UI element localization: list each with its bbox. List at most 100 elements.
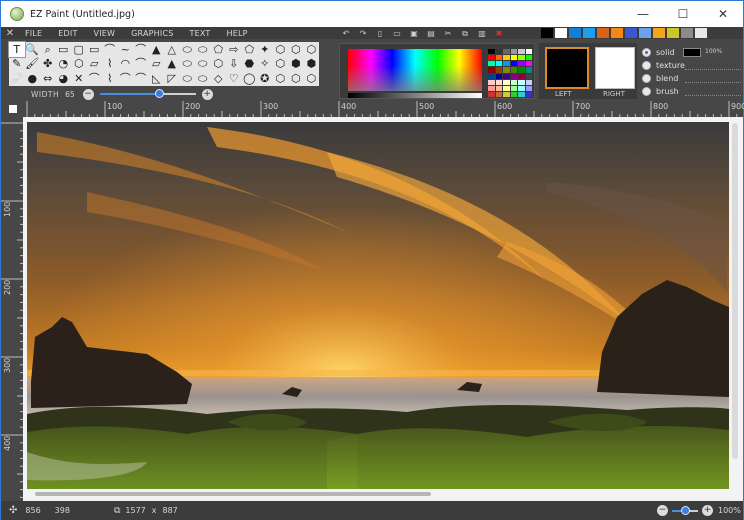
shape-tool-33-icon[interactable]: ⬡ (211, 57, 227, 72)
preset-color-swatch[interactable] (503, 79, 510, 85)
preset-color-swatch[interactable] (510, 67, 517, 73)
preset-color-swatch[interactable] (518, 49, 525, 55)
shape-tool-44-icon[interactable]: ✕ (71, 71, 87, 86)
preset-color-swatch[interactable] (525, 67, 532, 73)
close-button[interactable]: ✕ (703, 1, 743, 27)
preset-color-swatch[interactable] (518, 61, 525, 67)
width-slider-knob[interactable] (155, 89, 165, 98)
open-folder-icon[interactable]: ▭ (392, 29, 402, 38)
paste-icon[interactable]: ▥ (477, 29, 487, 38)
width-decrease-icon[interactable]: − (82, 88, 94, 100)
shape-tool-8-icon[interactable]: ⌒ (133, 42, 149, 57)
preset-color-swatch[interactable] (503, 73, 510, 79)
shape-tool-17-icon[interactable]: ⬡ (273, 42, 289, 57)
shape-tool-13-icon[interactable]: ⬠ (211, 42, 227, 57)
preset-color-swatch[interactable] (488, 49, 495, 55)
shape-tool-1-icon[interactable]: 🔍 (25, 42, 41, 57)
grayscale-bar[interactable] (348, 93, 482, 98)
new-file-icon[interactable]: ▯ (375, 29, 385, 38)
shape-tool-30-icon[interactable]: ▲ (164, 57, 180, 72)
sunset-photo[interactable] (27, 122, 729, 489)
width-slider[interactable] (99, 89, 196, 98)
preset-color-swatch[interactable] (525, 73, 532, 79)
shape-tool-23-icon[interactable]: ◔ (56, 57, 72, 72)
ruler-corner-square[interactable] (9, 105, 17, 113)
menu-text[interactable]: TEXT (182, 29, 219, 38)
shape-tool-20-icon[interactable]: ✎ (9, 57, 25, 72)
preset-color-swatch[interactable] (518, 91, 525, 97)
width-increase-icon[interactable]: + (201, 88, 213, 100)
zoom-out-icon[interactable]: − (657, 505, 668, 516)
horizontal-scrollbar[interactable] (35, 492, 431, 496)
shape-tool-5-icon[interactable]: ▭ (87, 42, 103, 57)
fill-option-brush[interactable]: brush (642, 85, 679, 97)
shape-tool-41-icon[interactable]: ● (25, 71, 41, 86)
shape-tool-4-icon[interactable]: ▢ (71, 42, 87, 57)
shape-tool-37-icon[interactable]: ⬡ (273, 57, 289, 72)
preset-color-swatch[interactable] (510, 79, 517, 85)
preset-color-swatch[interactable] (518, 79, 525, 85)
fill-option-solid[interactable]: solid (642, 46, 675, 58)
shape-tool-27-icon[interactable]: ◠ (118, 57, 134, 72)
preset-color-swatch[interactable] (525, 49, 532, 55)
preset-color-swatch[interactable] (518, 85, 525, 91)
shape-tool-52-icon[interactable]: ⬭ (195, 71, 211, 86)
preset-color-swatch[interactable] (525, 85, 532, 91)
preset-color-swatch[interactable] (488, 61, 495, 67)
shape-tool-38-icon[interactable]: ⬢ (288, 57, 304, 72)
preset-color-swatch[interactable] (503, 85, 510, 91)
shape-tool-3-icon[interactable]: ▭ (56, 42, 72, 57)
maximize-button[interactable]: ☐ (663, 1, 703, 27)
copy-icon[interactable]: ⧉ (460, 29, 470, 38)
shape-tool-2-icon[interactable]: ⌕ (40, 42, 56, 57)
preset-color-swatch[interactable] (503, 55, 510, 61)
recent-color-swatch[interactable] (695, 28, 707, 38)
preset-color-swatch[interactable] (495, 55, 502, 61)
preset-color-swatch[interactable] (488, 67, 495, 73)
shape-tool-48-icon[interactable]: ⌒ (133, 71, 149, 86)
shape-tool-29-icon[interactable]: ▱ (149, 57, 165, 72)
menu-graphics[interactable]: GRAPHICS (123, 29, 181, 38)
shape-tool-43-icon[interactable]: ◕ (56, 71, 72, 86)
shape-tool-22-icon[interactable]: ✤ (40, 57, 56, 72)
shape-tool-9-icon[interactable]: ▲ (149, 42, 165, 57)
shape-tool-28-icon[interactable]: ⌒ (133, 57, 149, 72)
opacity-swatch[interactable] (683, 48, 701, 57)
menu-help[interactable]: HELP (219, 29, 256, 38)
preset-color-swatch[interactable] (518, 67, 525, 73)
preset-color-swatch[interactable] (510, 61, 517, 67)
shape-tool-36-icon[interactable]: ✧ (257, 57, 273, 72)
preset-color-swatch[interactable] (495, 91, 502, 97)
preset-color-swatch[interactable] (525, 61, 532, 67)
shape-tool-55-icon[interactable]: ◯ (242, 71, 258, 86)
shape-tool-53-icon[interactable]: ◇ (211, 71, 227, 86)
recent-color-swatch[interactable] (639, 28, 651, 38)
preset-color-swatch[interactable] (495, 61, 502, 67)
preset-color-swatch[interactable] (510, 55, 517, 61)
solid-radio[interactable] (642, 47, 651, 57)
preset-color-swatch[interactable] (503, 67, 510, 73)
shape-tool-35-icon[interactable]: ⬣ (242, 57, 258, 72)
shape-tool-50-icon[interactable]: ◸ (164, 71, 180, 86)
preset-color-swatch[interactable] (488, 91, 495, 97)
brush-radio[interactable] (642, 86, 651, 96)
menu-view[interactable]: VIEW (86, 29, 124, 38)
recent-color-swatch[interactable] (583, 28, 595, 38)
recent-color-swatch[interactable] (555, 28, 567, 38)
print-icon[interactable]: ▤ (426, 29, 436, 38)
drawing-canvas-area[interactable] (23, 117, 743, 499)
shape-tool-25-icon[interactable]: ▱ (87, 57, 103, 72)
menu-close-icon[interactable]: ✕ (3, 28, 17, 39)
shape-tool-31-icon[interactable]: ⬭ (180, 57, 196, 72)
shape-tool-26-icon[interactable]: ⌇ (102, 57, 118, 72)
preset-color-swatch[interactable] (503, 49, 510, 55)
redo-icon[interactable]: ↷ (358, 29, 368, 38)
preset-color-swatch[interactable] (510, 49, 517, 55)
preset-color-swatch[interactable] (488, 85, 495, 91)
shape-tool-49-icon[interactable]: ◺ (149, 71, 165, 86)
shape-tool-40-icon[interactable]: 🩹 (9, 71, 25, 86)
shape-tool-47-icon[interactable]: ⌒ (118, 71, 134, 86)
preset-color-swatch[interactable] (525, 79, 532, 85)
recent-color-swatch[interactable] (653, 28, 665, 38)
recent-color-swatch[interactable] (541, 28, 553, 38)
